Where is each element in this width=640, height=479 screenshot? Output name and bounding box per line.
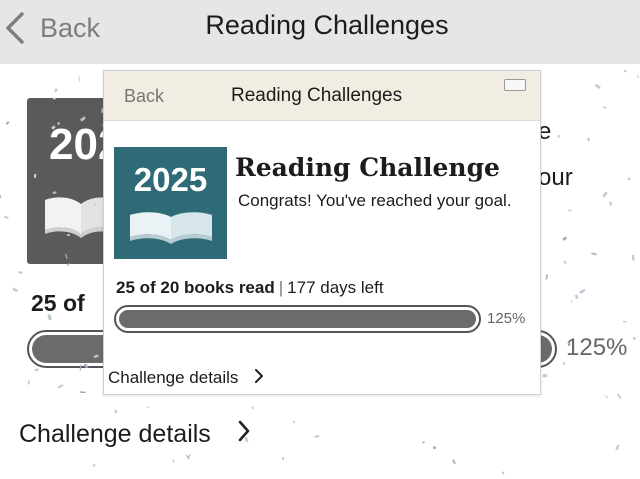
- confetti-piece: [18, 271, 23, 274]
- challenge-progress-fill: [119, 310, 476, 328]
- background-nav-bar: Back Reading Challenges: [0, 0, 640, 64]
- confetti-piece: [282, 456, 285, 460]
- card-back-button[interactable]: Back: [124, 86, 164, 107]
- confetti-piece: [604, 395, 609, 399]
- confetti-piece: [12, 287, 19, 293]
- confetti-piece: [627, 177, 631, 181]
- confetti-piece: [637, 75, 640, 78]
- confetti-piece: [185, 454, 190, 460]
- challenge-stats: 25 of 20 books read | 177 days left: [116, 278, 384, 298]
- background-page-title: Reading Challenges: [205, 10, 449, 40]
- confetti-piece: [557, 135, 560, 138]
- confetti-piece: [570, 300, 573, 303]
- challenge-details-label: Challenge details: [108, 368, 239, 387]
- background-challenge-details-link[interactable]: Challenge details: [19, 418, 251, 450]
- confetti-piece: [602, 191, 608, 198]
- confetti-piece: [433, 446, 436, 450]
- confetti-piece: [502, 471, 505, 475]
- confetti-piece: [623, 320, 627, 323]
- confetti-piece: [292, 420, 296, 424]
- confetti-piece: [545, 274, 549, 280]
- confetti-piece: [452, 459, 456, 465]
- card-nav-bar: Back Reading Challenges: [104, 71, 540, 121]
- background-progress-percent: 125%: [566, 334, 628, 361]
- confetti-piece: [146, 406, 150, 409]
- days-left: 177 days left: [287, 278, 384, 297]
- background-details-label: Challenge details: [19, 419, 211, 448]
- confetti-piece: [574, 294, 579, 300]
- challenge-progress-bar: [114, 305, 481, 333]
- confetti-piece: [631, 254, 635, 261]
- confetti-piece: [34, 368, 39, 372]
- confetti-piece: [79, 391, 86, 394]
- open-book-icon: [43, 194, 109, 243]
- books-read-count: 25 of 20 books read: [116, 278, 275, 297]
- congrats-message: Congrats! You've reached your goal.: [238, 191, 512, 210]
- confetti-piece: [314, 435, 320, 438]
- background-stats: 25 of: [31, 290, 85, 316]
- open-book-icon: [128, 211, 214, 250]
- confetti-piece: [616, 393, 622, 399]
- confetti-piece: [562, 236, 567, 241]
- background-message-fragment: our: [538, 164, 573, 191]
- confetti-piece: [609, 201, 613, 206]
- confetti-piece: [587, 137, 590, 142]
- card-page-title: Reading Challenges: [231, 85, 403, 106]
- confetti-piece: [632, 336, 637, 341]
- challenge-heading: Reading Challenge: [235, 153, 500, 182]
- confetti-piece: [187, 453, 192, 458]
- confetti-piece: [57, 383, 64, 389]
- confetti-piece: [563, 362, 566, 365]
- chevron-right-icon: [237, 419, 251, 450]
- confetti-piece: [92, 463, 96, 467]
- chevron-right-icon: [254, 368, 264, 389]
- background-challenge-cover: 2025: [27, 98, 109, 264]
- confetti-piece: [27, 380, 30, 385]
- stats-separator: |: [278, 278, 284, 297]
- confetti-piece: [542, 374, 548, 378]
- background-cover-year: 2025: [49, 120, 109, 169]
- battery-icon: [504, 79, 526, 91]
- confetti-piece: [251, 406, 254, 410]
- confetti-piece: [78, 76, 81, 82]
- challenge-details-link[interactable]: Challenge details: [108, 367, 264, 389]
- confetti-piece: [172, 459, 175, 463]
- confetti-piece: [422, 441, 425, 444]
- card-challenge-cover: 2025: [114, 147, 227, 259]
- confetti-piece: [579, 288, 586, 294]
- confetti-piece: [591, 252, 597, 256]
- confetti-piece: [5, 121, 10, 125]
- confetti-piece: [568, 209, 572, 212]
- confetti-piece: [624, 69, 627, 73]
- card-cover-year: 2025: [133, 161, 208, 198]
- confetti-piece: [3, 215, 9, 219]
- confetti-piece: [563, 260, 567, 265]
- confetti-piece: [114, 409, 118, 414]
- confetti-piece: [603, 106, 607, 109]
- challenge-progress-percent: 125%: [487, 310, 526, 327]
- confetti-piece: [615, 444, 620, 451]
- confetti-piece: [53, 88, 58, 93]
- challenge-card: Back Reading Challenges 2025 Reading Cha…: [103, 70, 541, 395]
- confetti-piece: [0, 195, 2, 199]
- confetti-piece: [594, 83, 601, 89]
